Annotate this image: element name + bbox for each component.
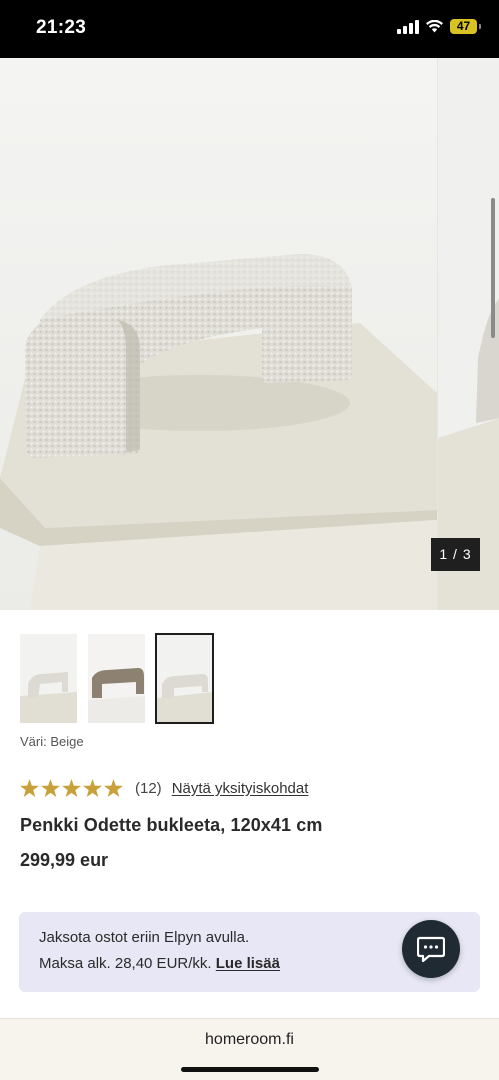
color-label: Väri: Beige (20, 734, 84, 749)
installment-price: Maksa alk. 28,40 EUR/kk. (39, 955, 212, 972)
thumb-beige-front[interactable] (155, 633, 214, 724)
star-icon (62, 779, 81, 797)
thumb-beige-side[interactable] (20, 634, 77, 723)
next-image-preview[interactable] (437, 58, 499, 610)
rating-row: (12) Näytä yksityiskohdat (20, 779, 308, 797)
product-price: 299,99 eur (20, 850, 109, 870)
product-image (0, 58, 437, 610)
status-icons: 47 (397, 19, 481, 34)
thumbnail-strip (20, 633, 214, 724)
wifi-icon (426, 20, 443, 33)
star-icon (83, 779, 102, 797)
review-details-link[interactable]: Näytä yksityiskohdat (172, 780, 309, 797)
star-icon (41, 779, 60, 797)
chat-icon (417, 936, 445, 962)
url-text[interactable]: homeroom.fi (0, 1031, 499, 1049)
read-more-link[interactable]: Lue lisää (216, 955, 280, 972)
status-time: 21:23 (36, 17, 87, 38)
browser-address-bar[interactable]: homeroom.fi (0, 1018, 499, 1080)
signal-icon (397, 19, 419, 34)
battery-icon: 47 (450, 19, 481, 34)
star-icon (20, 779, 39, 797)
product-title: Penkki Odette bukleeta, 120x41 cm (20, 815, 323, 835)
installment-text: Jaksota ostot eriin Elpyn avulla. (39, 929, 250, 946)
thumb-taupe[interactable] (88, 634, 145, 723)
installment-price-line: Maksa alk. 28,40 EUR/kk. Lue lisää (39, 955, 280, 972)
star-icon (104, 779, 123, 797)
status-bar: 21:23 47 (0, 0, 499, 58)
scroll-indicator (491, 198, 495, 338)
product-image-gallery[interactable]: 1 / 3 (0, 58, 499, 610)
image-counter: 1 / 3 (431, 538, 480, 571)
rating-stars (20, 779, 123, 797)
home-indicator[interactable] (181, 1067, 319, 1072)
review-count: (12) (135, 779, 162, 797)
chat-button[interactable] (402, 920, 460, 978)
